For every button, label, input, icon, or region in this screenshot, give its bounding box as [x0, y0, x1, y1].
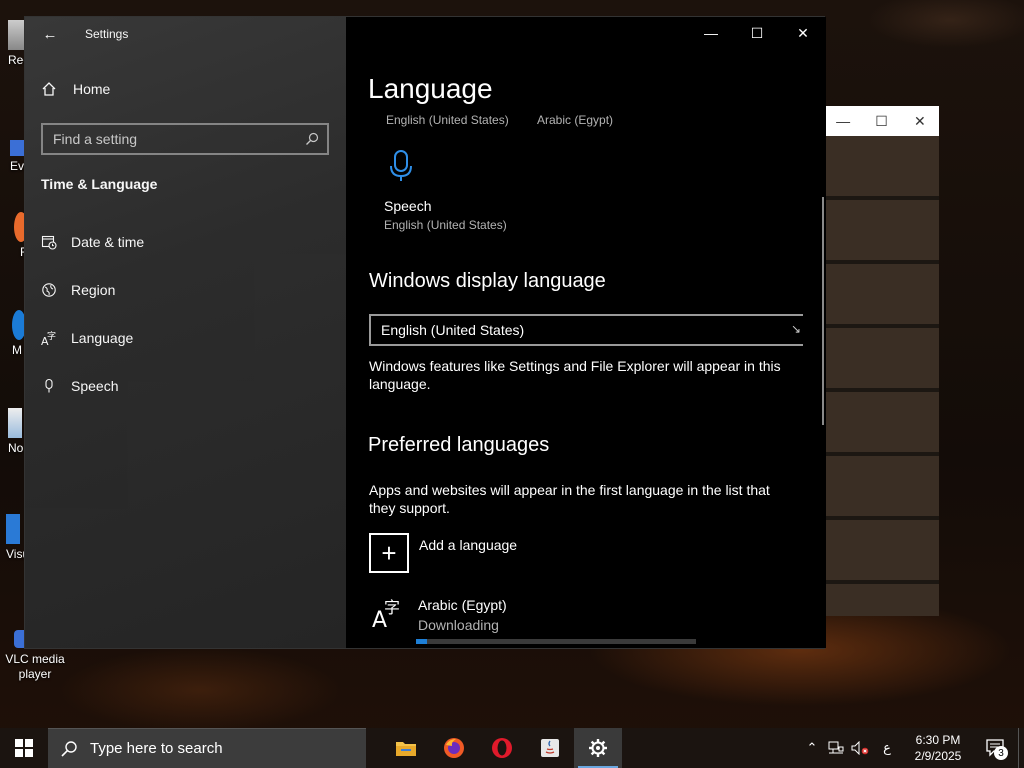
section-title: Time & Language	[41, 176, 158, 192]
taskbar: Type here to search ⌃ ع 6:30 PM 2/9/2025…	[0, 728, 1024, 768]
add-language-button[interactable]: + Add a language	[369, 533, 517, 573]
taskbar-search-placeholder: Type here to search	[90, 740, 223, 757]
display-language-heading: Windows display language	[369, 270, 606, 292]
action-center-button[interactable]: 3	[974, 728, 1018, 768]
taskbar-firefox[interactable]	[430, 728, 478, 768]
language-item-name: Arabic (Egypt)	[418, 597, 507, 613]
notepad-icon	[8, 408, 22, 438]
maximize-icon[interactable]: ☐	[734, 17, 780, 49]
microphone-icon	[390, 150, 412, 181]
window-controls: — ☐ ✕	[688, 17, 826, 49]
gear-icon	[589, 739, 607, 757]
background-window-content	[824, 136, 939, 616]
close-icon[interactable]: ✕	[780, 17, 826, 49]
start-button[interactable]	[0, 728, 48, 768]
back-arrow-icon[interactable]: ←	[41, 25, 59, 43]
search-placeholder: Find a setting	[53, 131, 138, 147]
java-icon	[541, 739, 559, 757]
preferred-languages-description: Apps and websites will appear in the fir…	[369, 482, 770, 516]
add-language-label: Add a language	[419, 537, 518, 553]
opera-icon	[492, 738, 512, 758]
chevron-down-icon: ↘	[790, 322, 801, 336]
preferred-languages-heading: Preferred languages	[368, 434, 550, 456]
clock-time: 6:30 PM	[915, 733, 961, 747]
maximize-icon[interactable]: ☐	[862, 113, 900, 130]
microphone-icon	[45, 378, 53, 393]
speech-tile-title: Speech	[384, 198, 432, 214]
display-language-value: English (United States)	[381, 322, 525, 338]
volume-muted-icon[interactable]	[848, 728, 872, 768]
minimize-icon[interactable]: —	[688, 17, 734, 49]
settings-titlebar: ← Settings	[25, 17, 346, 51]
shortcut-icon	[10, 140, 24, 156]
desktop-icon-label: M	[12, 343, 22, 357]
desktop-icon-label: No	[8, 441, 24, 455]
content-scrollbar[interactable]	[822, 197, 824, 425]
app-title: Settings	[85, 27, 129, 41]
input-language-indicator[interactable]: ع	[872, 728, 902, 768]
recycle-bin-icon	[8, 20, 24, 50]
close-icon[interactable]: ✕	[901, 113, 939, 130]
minimize-icon[interactable]: —	[824, 113, 862, 129]
speech-tile-subtitle: English (United States)	[384, 218, 507, 232]
nav-item-date-time[interactable]: Date & time	[41, 234, 144, 250]
nav-item-label: Date & time	[71, 234, 145, 250]
globe-icon	[42, 283, 56, 297]
notification-count-badge: 3	[994, 746, 1008, 760]
display-language-description: Windows features like Settings and File …	[369, 358, 781, 392]
language-icon: A 字	[372, 598, 400, 629]
desktop-icon-label: VLC media player	[5, 652, 65, 681]
search-icon[interactable]	[305, 132, 319, 146]
visual-studio-icon	[6, 514, 20, 544]
nav-item-speech[interactable]: Speech	[41, 378, 118, 394]
taskbar-file-explorer[interactable]	[382, 728, 430, 768]
folder-icon	[396, 742, 416, 756]
language-item-status: Downloading	[418, 617, 499, 633]
clock-date: 2/9/2025	[914, 749, 962, 763]
svg-text:字: 字	[384, 598, 400, 617]
home-icon	[42, 82, 56, 96]
display-language-dropdown[interactable]: English (United States) ↘	[369, 314, 803, 346]
windows-logo-icon	[15, 739, 33, 757]
background-window-titlebar[interactable]: — ☐ ✕	[824, 106, 939, 136]
plus-icon: +	[369, 533, 409, 573]
settings-content: — ☐ ✕ Language English (United States) A…	[346, 17, 826, 648]
chevron-up-icon[interactable]: ⌃	[800, 728, 824, 768]
taskbar-clock[interactable]: 6:30 PM 2/9/2025	[902, 732, 974, 764]
download-progress-bar	[416, 639, 696, 644]
firefox-icon	[444, 738, 464, 758]
calendar-clock-icon	[41, 235, 57, 250]
settings-sidebar: ← Settings Home Find a setting Time & La…	[25, 17, 346, 648]
language-item-arabic[interactable]: A 字 Arabic (Egypt) Downloading	[372, 597, 507, 633]
nav-item-label: Region	[71, 282, 116, 298]
nav-home[interactable]: Home	[41, 81, 110, 97]
show-desktop-button[interactable]	[1018, 728, 1024, 768]
svg-text:字: 字	[47, 330, 56, 342]
desktop-icon-notepad[interactable]: No	[8, 408, 23, 455]
speech-tile[interactable]: Speech English (United States)	[384, 149, 507, 232]
top-language-english[interactable]: English (United States)	[386, 113, 509, 127]
taskbar-settings[interactable]	[574, 728, 622, 768]
nav-home-label: Home	[73, 81, 111, 97]
page-title: Language	[368, 73, 493, 104]
network-icon[interactable]	[824, 728, 848, 768]
background-window[interactable]: — ☐ ✕	[824, 106, 939, 616]
taskbar-java[interactable]	[526, 728, 574, 768]
language-icon: A 字	[41, 330, 56, 346]
download-progress-fill	[416, 639, 428, 644]
nav-item-label: Language	[71, 330, 134, 346]
settings-window[interactable]: ← Settings Home Find a setting Time & La…	[24, 16, 826, 649]
nav-item-label: Speech	[71, 378, 119, 394]
top-language-arabic[interactable]: Arabic (Egypt)	[537, 113, 613, 127]
nav-item-language[interactable]: A 字 Language	[41, 330, 133, 346]
taskbar-search-box[interactable]: Type here to search	[48, 728, 366, 768]
nav-item-region[interactable]: Region	[41, 282, 115, 298]
settings-search-input[interactable]: Find a setting	[41, 123, 329, 155]
system-tray: ⌃ ع 6:30 PM 2/9/2025 3	[800, 728, 1024, 768]
search-icon	[61, 740, 77, 757]
taskbar-opera[interactable]	[478, 728, 526, 768]
